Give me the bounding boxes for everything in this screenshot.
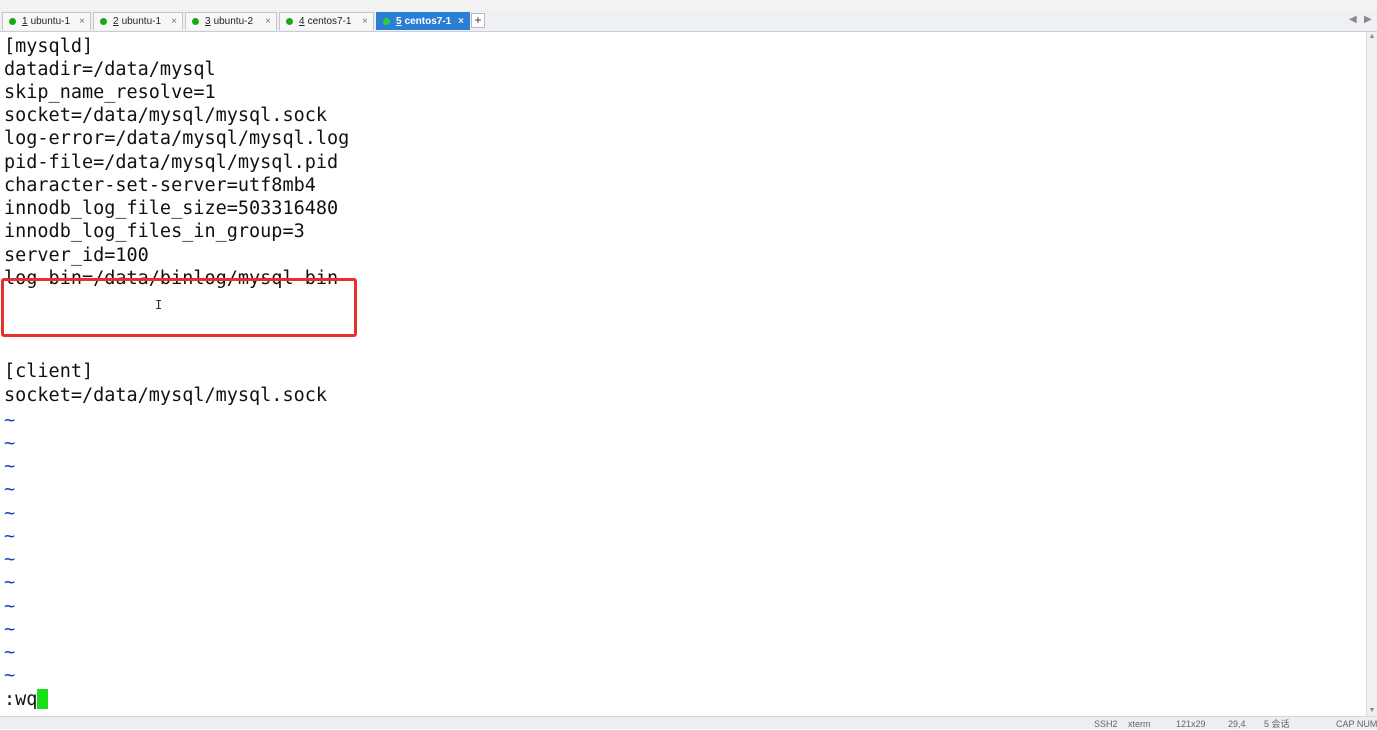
empty-line-tilde: ~: [4, 503, 16, 524]
highlight-annotation-box: [1, 278, 357, 337]
tab-ubuntu-1-first[interactable]: 1 ubuntu-1 ×: [2, 12, 91, 30]
empty-line-tilde: ~: [4, 665, 16, 686]
tab-centos7-1-active[interactable]: 5 centos7-1 ×: [376, 12, 470, 30]
command-line[interactable]: :wq: [4, 688, 49, 711]
empty-line-tilde: ~: [4, 596, 16, 617]
empty-line-tilde: ~: [4, 549, 16, 570]
tab-ubuntu-1-second[interactable]: 2 ubuntu-1 ×: [93, 12, 183, 30]
tab-label: ubuntu-1: [30, 16, 71, 27]
connected-status-icon: [9, 18, 16, 25]
empty-line-tilde: ~: [4, 410, 16, 431]
terminal-line: server_id=100: [4, 245, 149, 266]
tab-label: ubuntu-1: [121, 16, 162, 27]
chevron-right-icon[interactable]: ▶: [1364, 14, 1372, 25]
status-protocol: SSH2: [1094, 719, 1118, 729]
text-cursor: [37, 689, 49, 709]
empty-line-tilde: ~: [4, 619, 16, 640]
terminal-line: datadir=/data/mysql: [4, 59, 216, 80]
connected-status-icon: [192, 18, 199, 25]
status-size: 121x29: [1176, 719, 1206, 729]
terminal-screen[interactable]: [mysqld] datadir=/data/mysql skip_name_r…: [0, 32, 1366, 716]
chevron-left-icon[interactable]: ◀: [1349, 14, 1357, 25]
connected-status-icon: [100, 18, 107, 25]
terminal-line: [mysqld]: [4, 36, 94, 57]
terminal-line: socket=/data/mysql/mysql.sock: [4, 105, 328, 126]
empty-line-tilde: ~: [4, 572, 16, 593]
tab-number: 2: [113, 16, 119, 27]
terminal-line: [client]: [4, 361, 94, 382]
vertical-scrollbar[interactable]: ▲ ▼: [1366, 32, 1377, 716]
empty-line-tilde: ~: [4, 433, 16, 454]
scroll-down-icon[interactable]: ▼: [1367, 706, 1377, 716]
tab-label: centos7-1: [307, 16, 352, 27]
status-keyboard-state: CAP NUM: [1336, 719, 1377, 729]
ibeam-cursor-icon: I: [155, 298, 163, 312]
terminal-line: pid-file=/data/mysql/mysql.pid: [4, 152, 339, 173]
empty-line-tilde: ~: [4, 456, 16, 477]
tab-centos7-1-first[interactable]: 4 centos7-1 ×: [279, 12, 374, 30]
close-icon[interactable]: ×: [458, 13, 464, 30]
close-icon[interactable]: ×: [265, 13, 271, 30]
close-icon[interactable]: ×: [362, 13, 368, 30]
command-text: :wq: [4, 689, 38, 710]
tab-number: 1: [22, 16, 28, 27]
terminal-line: innodb_log_files_in_group=3: [4, 221, 305, 242]
terminal-line: skip_name_resolve=1: [4, 82, 216, 103]
tab-number: 5: [396, 16, 402, 27]
status-sessions: 5 会话: [1264, 719, 1290, 729]
close-icon[interactable]: ×: [171, 13, 177, 30]
status-bar: SSH2 xterm 121x29 29,4 5 会话 CAP NUM: [0, 716, 1377, 729]
empty-line-tilde: ~: [4, 642, 16, 663]
terminal-line: character-set-server=utf8mb4: [4, 175, 316, 196]
status-cursor-position: 29,4: [1228, 719, 1246, 729]
tab-number: 4: [299, 16, 305, 27]
tab-ubuntu-2[interactable]: 3 ubuntu-2 ×: [185, 12, 277, 30]
terminal-line: innodb_log_file_size=503316480: [4, 198, 339, 219]
window-top-strip: [0, 0, 1377, 10]
terminal-line: log-error=/data/mysql/mysql.log: [4, 128, 350, 149]
empty-line-tilde: ~: [4, 479, 16, 500]
close-icon[interactable]: ×: [79, 13, 85, 30]
tab-label: centos7-1: [404, 16, 452, 27]
tab-label: ubuntu-2: [213, 16, 254, 27]
session-tab-bar: 1 ubuntu-1 × 2 ubuntu-1 × 3 ubuntu-2 × 4 cen…: [0, 10, 1377, 32]
new-tab-button[interactable]: +: [471, 13, 485, 28]
status-terminal-type: xterm: [1128, 719, 1151, 729]
tab-number: 3: [205, 16, 211, 27]
scroll-up-icon[interactable]: ▲: [1367, 32, 1377, 42]
empty-line-tilde: ~: [4, 526, 16, 547]
connected-status-icon: [383, 18, 390, 25]
connected-status-icon: [286, 18, 293, 25]
terminal-line: socket=/data/mysql/mysql.sock: [4, 385, 328, 406]
